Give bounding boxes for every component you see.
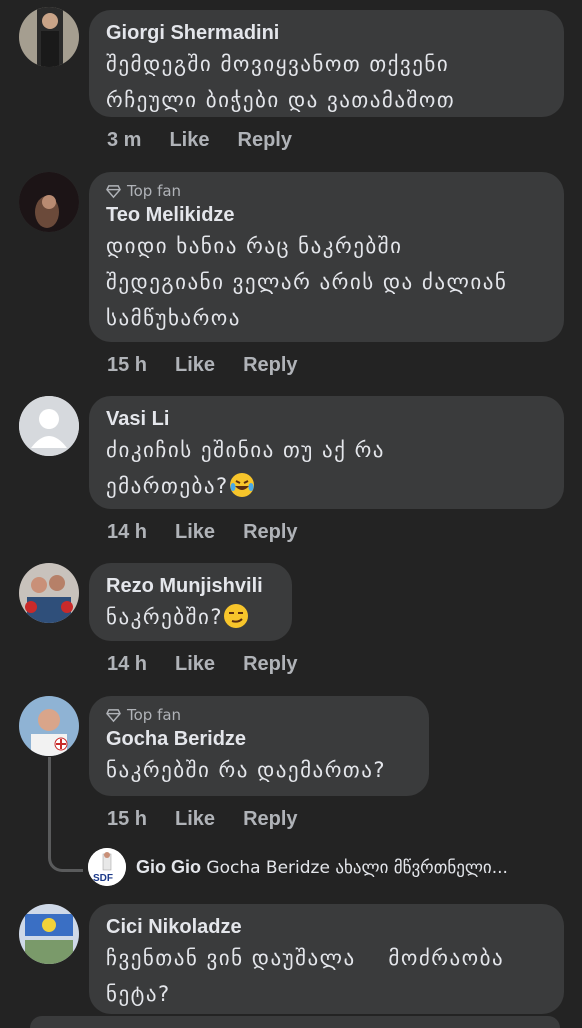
comment-text: ნაკრებში რა დაემართა? [106,758,387,782]
author-name[interactable]: Teo Melikidze [106,202,546,228]
comment-bubble: Giorgi Shermadini შემდეგში მოვიყვანოთ თქ… [89,10,564,117]
timestamp[interactable]: 14 h [107,521,147,544]
author-name[interactable]: Giorgi Shermadini [106,20,546,46]
comment-text: ნაკრებში? [106,599,274,635]
comment-text: ძიკიჩის ეშინია თუ აქ რა [106,438,385,462]
comment-text: ნეტა? [106,982,171,1006]
thread-connector [48,757,83,872]
timestamp[interactable]: 15 h [107,808,147,831]
comment-text: ემართება? [106,468,546,504]
avatar[interactable] [19,7,79,67]
comment-text-part: ემართება? [106,474,229,498]
avatar[interactable] [19,696,79,756]
smirk-emoji [223,604,248,628]
reply-button[interactable]: Reply [243,354,297,377]
comment-text: დიდი ხანია რაც ნაკრებში [106,234,403,258]
comment-actions: 3 m Like Reply [107,129,292,152]
author-name[interactable]: Vasi Li [106,406,546,432]
comment-text: სამწუხაროა [106,306,241,330]
reply-button[interactable]: Reply [238,129,292,152]
top-fan-badge: Top fan [106,182,546,200]
timestamp[interactable]: 15 h [107,354,147,377]
reply-button[interactable]: Reply [243,521,297,544]
like-button[interactable]: Like [175,808,215,831]
comment-actions: 14 h Like Reply [107,521,298,544]
author-name[interactable]: Cici Nikoladze [106,914,546,940]
author-name[interactable]: Gocha Beridze [106,726,411,752]
reply-snippet: Gocha Beridze ახალი მწვრთნელი... [206,857,508,878]
comment-bubble: Vasi Li ძიკიჩის ეშინია თუ აქ რა ემართება… [89,396,564,509]
next-comment-edge [30,1016,560,1028]
svg-text:SDF: SDF [93,873,113,884]
comment-actions: 14 h Like Reply [107,653,298,676]
diamond-icon [106,708,121,722]
comment-bubble: Cici Nikoladze ჩვენთან ვინ დაუშალა მოძრა… [89,904,564,1014]
reply-preview[interactable]: SDF Gio Gio Gocha Beridze ახალი მწვრთნელ… [88,848,508,886]
comment-text: რჩეული ბიჭები და ვათამაშოთ [106,88,456,112]
badge-label: Top fan [127,182,182,200]
badge-label: Top fan [127,706,182,724]
comment-text: შემდეგში მოვიყვანოთ თქვენი [106,52,450,76]
top-fan-badge: Top fan [106,706,411,724]
avatar[interactable] [19,904,79,964]
like-button[interactable]: Like [175,653,215,676]
laughing-tears-emoji [229,473,254,497]
reply-author[interactable]: Gio Gio [136,857,201,877]
like-button[interactable]: Like [175,354,215,377]
like-button[interactable]: Like [175,521,215,544]
avatar[interactable] [19,563,79,623]
comment-text-part: ნაკრებში? [106,605,223,629]
reply-button[interactable]: Reply [243,653,297,676]
comment-bubble: Top fan Teo Melikidze დიდი ხანია რაც ნაკ… [89,172,564,342]
comment-actions: 15 h Like Reply [107,808,298,831]
comment-actions: 15 h Like Reply [107,354,298,377]
comment-bubble: Top fan Gocha Beridze ნაკრებში რა დაემარ… [89,696,429,796]
like-button[interactable]: Like [169,129,209,152]
reply-button[interactable]: Reply [243,808,297,831]
timestamp[interactable]: 14 h [107,653,147,676]
reply-preview-text: Gio Gio Gocha Beridze ახალი მწვრთნელი... [136,857,508,878]
comment-text: შედეგიანი ველარ არის და ძალიან [106,270,508,294]
diamond-icon [106,184,121,198]
avatar[interactable]: SDF [88,848,126,886]
avatar[interactable] [19,172,79,232]
avatar[interactable] [19,396,79,456]
author-name[interactable]: Rezo Munjishvili [106,573,274,599]
timestamp[interactable]: 3 m [107,129,141,152]
comment-bubble: Rezo Munjishvili ნაკრებში? [89,563,292,641]
comment-text: ჩვენთან ვინ დაუშალა მოძრაობა [106,946,505,970]
default-profile-icon [19,396,79,456]
